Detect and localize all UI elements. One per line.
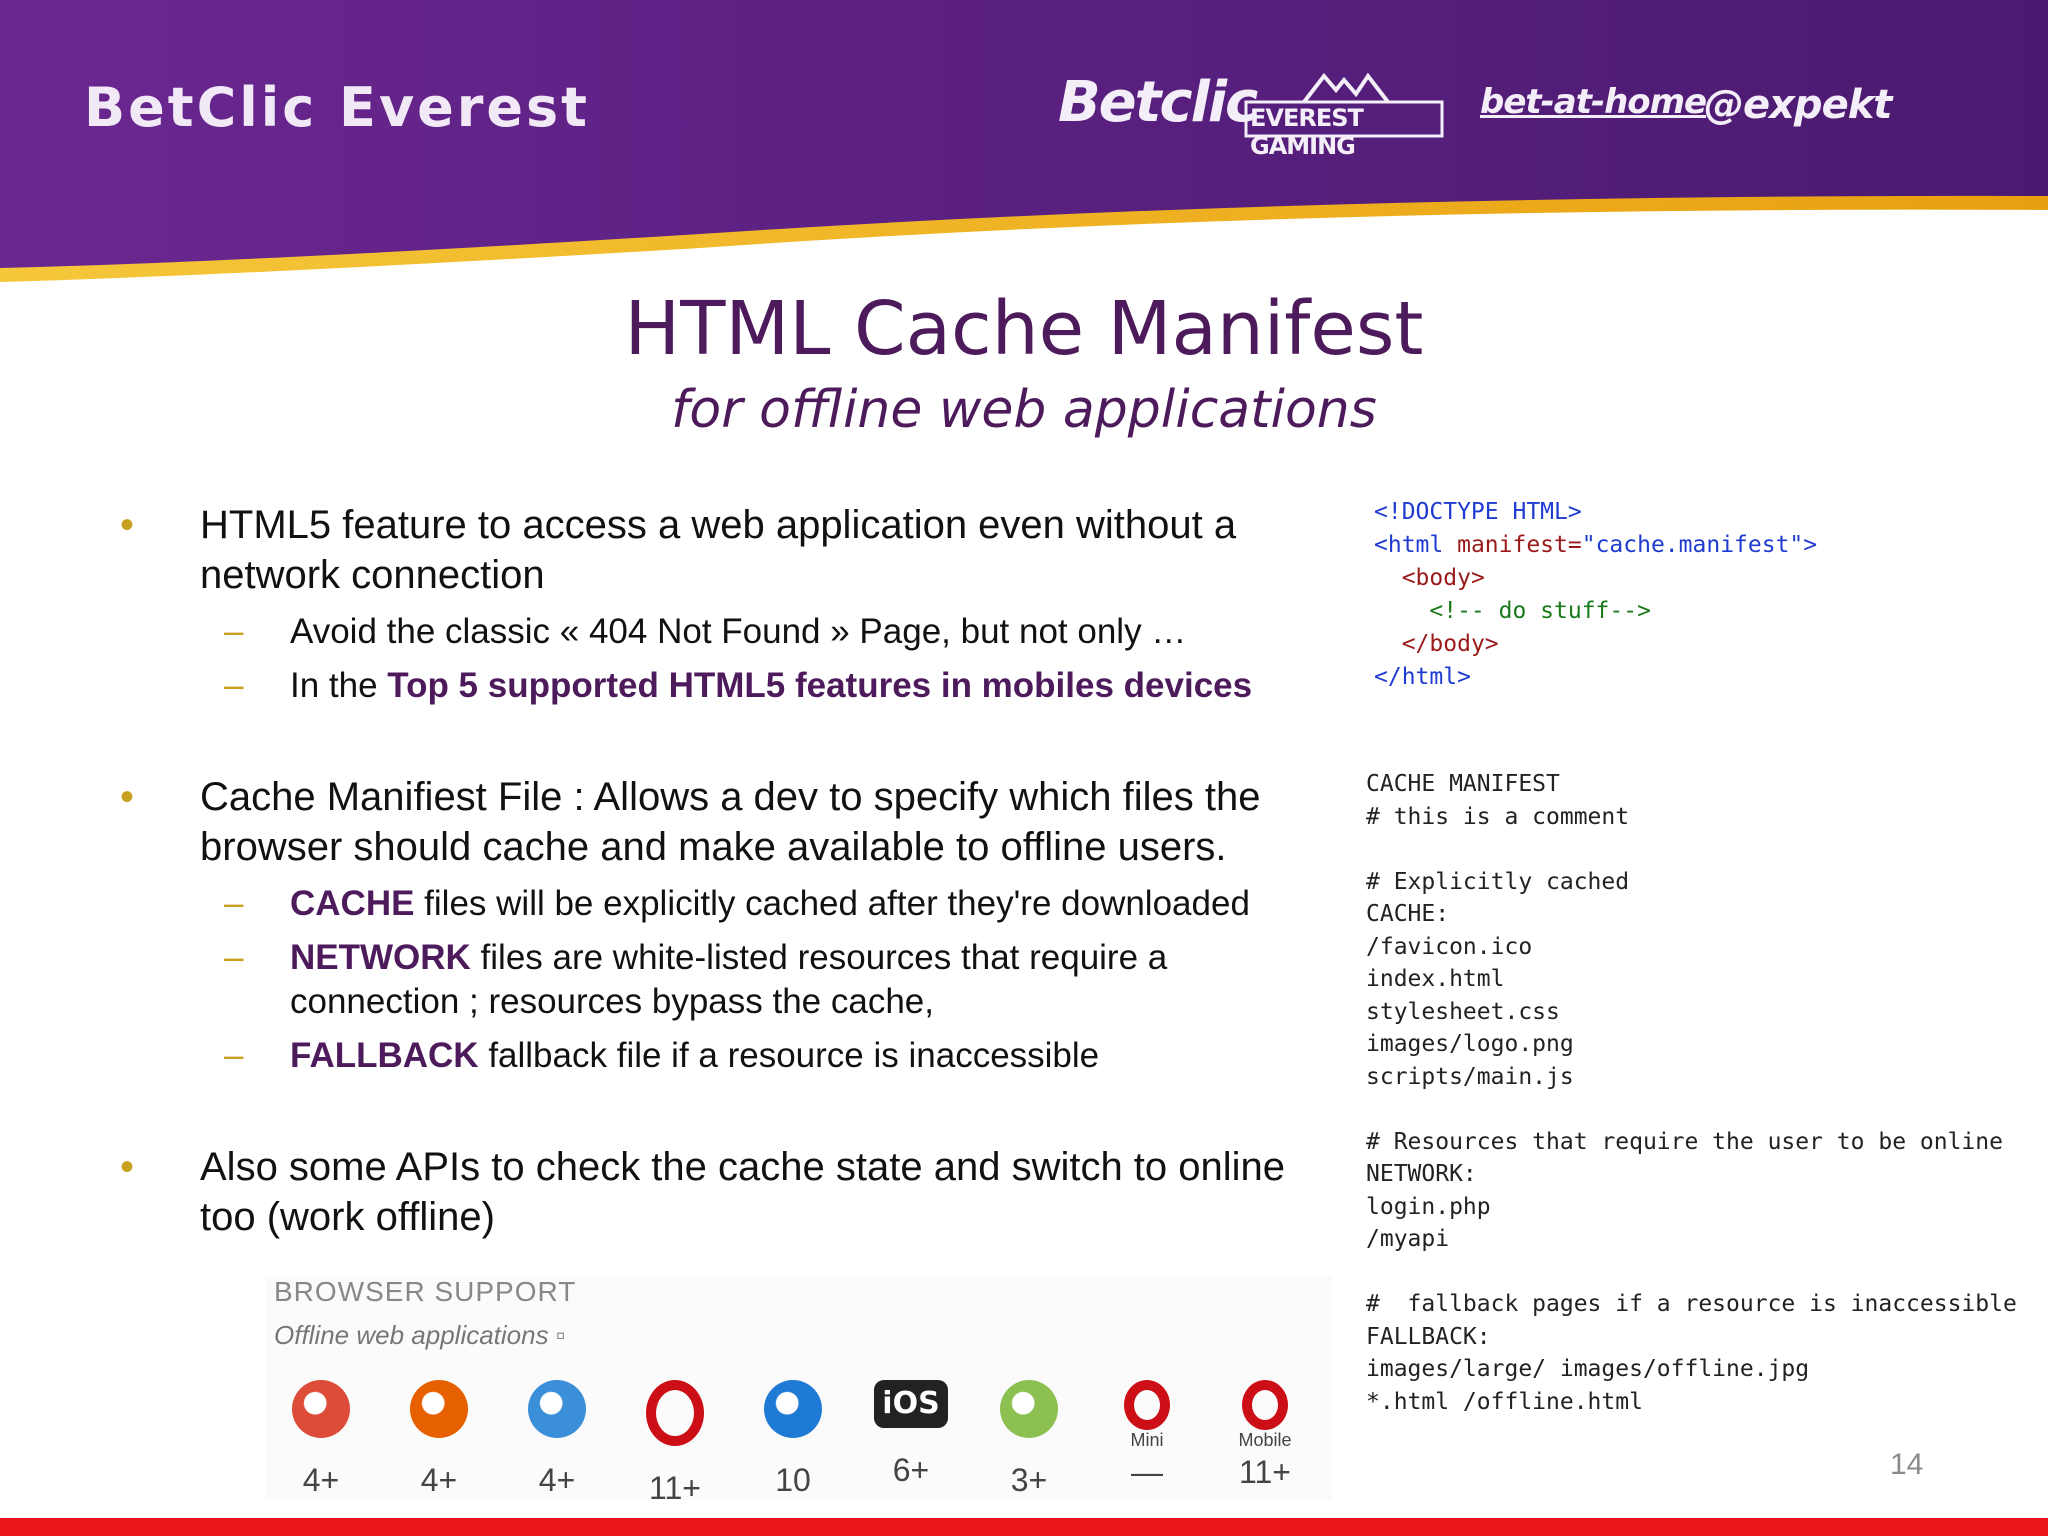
sub-bullet-text: FALLBACK fallback file if a resource is … — [290, 1034, 1340, 1078]
code-line: <html manifest="cache.manifest"> — [1374, 532, 1817, 558]
manifest-code-snippet: CACHE MANIFEST # this is a comment # Exp… — [1366, 771, 2017, 1415]
browser-support-label — [502, 1438, 612, 1458]
browser-support-label — [266, 1438, 376, 1458]
bullet-dot-icon: • — [120, 775, 135, 819]
sub-bullet-text: Avoid the classic « 404 Not Found » Page… — [290, 612, 1187, 651]
slide-title: HTML Cache Manifest — [624, 286, 1424, 372]
bullet-text: Cache Manifiest File : Allows a dev to s… — [200, 775, 1261, 869]
code-comment: <!-- do stuff--> — [1429, 598, 1651, 624]
browser-support-title: BROWSER SUPPORT — [274, 1276, 577, 1307]
firefox-icon — [410, 1380, 468, 1438]
browser-support-version: 10 — [775, 1462, 811, 1498]
browser-support-item: 10 — [738, 1380, 848, 1499]
code-line: </html> — [1374, 664, 1471, 690]
opera-mobile-icon — [1242, 1380, 1288, 1430]
browser-support-version: 4+ — [420, 1462, 458, 1498]
browser-support-version: — — [1131, 1454, 1163, 1490]
sub-bullet-text: NETWORK files are white-listed resources… — [290, 936, 1340, 1024]
browser-support-version: 11+ — [649, 1470, 701, 1506]
header-band: BetClic Everest Betclic EVEREST GAMING b… — [0, 0, 2048, 300]
browser-support-label — [620, 1446, 730, 1466]
browser-support-panel: BROWSER SUPPORT Offline web applications… — [266, 1276, 1332, 1506]
sub-bullet-keyword: FALLBACK — [290, 1036, 479, 1075]
browser-support-label — [974, 1438, 1084, 1458]
browser-support-version: 4+ — [538, 1462, 576, 1498]
expekt-swirl-icon: @ — [1704, 82, 1744, 128]
browser-support-version: 11+ — [1239, 1454, 1291, 1490]
android-icon — [1000, 1380, 1058, 1438]
expekt-logo-text: expekt — [1743, 82, 1892, 128]
sub-bullet-keyword: CACHE — [290, 884, 415, 923]
html-code-snippet: <!DOCTYPE HTML> <html manifest="cache.ma… — [1374, 496, 1817, 694]
browser-support-item: 11+ — [620, 1380, 730, 1507]
browser-support-label: Mini — [1130, 1430, 1164, 1450]
opera-icon — [646, 1380, 704, 1446]
bet-at-home-logo: bet-at-home — [1480, 82, 1707, 122]
bullet-text: HTML5 feature to access a web applicatio… — [200, 503, 1237, 597]
sub-bullet-text: In the Top 5 supported HTML5 features in… — [290, 664, 1340, 708]
browser-support-item: 4+ — [502, 1380, 612, 1499]
browser-support-item: Mini — — [1092, 1380, 1202, 1491]
browser-support-item: Mobile 11+ — [1210, 1380, 1320, 1491]
browser-support-item: 4+ — [266, 1380, 376, 1499]
header-background — [0, 0, 2048, 300]
browser-support-subtitle: Offline web applications ▫ — [274, 1320, 566, 1350]
everest-gaming-logo-text: EVEREST GAMING — [1250, 104, 1364, 160]
safari-icon — [528, 1380, 586, 1438]
browser-support-item: 3+ — [974, 1380, 1084, 1499]
code-tag-end: > — [1803, 532, 1818, 558]
sub-bullet-dash-icon: – — [224, 666, 244, 705]
expekt-logo: @expekt — [1704, 82, 1892, 128]
everest-gaming-logo: EVEREST GAMING — [1244, 70, 1446, 160]
sub-bullet-dash-icon: – — [224, 612, 244, 651]
code-line: <body> — [1401, 565, 1485, 591]
browser-support-label — [738, 1438, 848, 1458]
betclic-logo: Betclic — [1058, 70, 1258, 135]
ios-icon: iOS — [874, 1380, 948, 1428]
sub-bullet-text: CACHE files will be explicitly cached af… — [290, 882, 1340, 926]
browser-support-label: Mobile — [1238, 1430, 1292, 1450]
browser-support-label — [384, 1438, 494, 1458]
browser-support-label — [856, 1428, 966, 1448]
sub-bullet-dash-icon: – — [224, 884, 244, 923]
sub-bullet-dash-icon: – — [224, 938, 244, 977]
code-attr: manifest= — [1457, 532, 1582, 558]
browser-support-version: 4+ — [302, 1462, 340, 1498]
browser-support-item: iOS 6+ — [856, 1380, 966, 1489]
slide-subtitle: for offline web applications — [671, 380, 1377, 440]
bullet-text: Also some APIs to check the cache state … — [200, 1145, 1286, 1239]
sub-bullet-keyword: Top 5 supported HTML5 features in mobile… — [387, 666, 1253, 705]
page-number: 14 — [1890, 1448, 1924, 1481]
brand-name: BetClic Everest — [84, 76, 590, 139]
browser-support-version: 3+ — [1010, 1462, 1048, 1498]
chrome-icon — [292, 1380, 350, 1438]
code-value: "cache.manifest" — [1581, 532, 1804, 558]
code-tag: <html — [1374, 532, 1458, 558]
code-line: <!DOCTYPE HTML> — [1374, 499, 1582, 525]
ie-icon — [764, 1380, 822, 1438]
footer-bar — [0, 1518, 2048, 1536]
sub-bullet-rest: files will be explicitly cached after th… — [414, 884, 1250, 923]
bullet-dot-icon: • — [120, 503, 135, 547]
sub-bullet-keyword: NETWORK — [290, 938, 471, 977]
sub-bullet-prefix: In the — [290, 666, 388, 705]
bullet-dot-icon: • — [120, 1145, 135, 1189]
code-line: </body> — [1401, 631, 1499, 657]
opera-mini-icon — [1124, 1380, 1170, 1430]
sub-bullet-dash-icon: – — [224, 1036, 244, 1075]
browser-support-item: 4+ — [384, 1380, 494, 1499]
sub-bullet-rest: fallback file if a resource is inaccessi… — [478, 1036, 1100, 1075]
browser-support-version: 6+ — [892, 1452, 930, 1488]
